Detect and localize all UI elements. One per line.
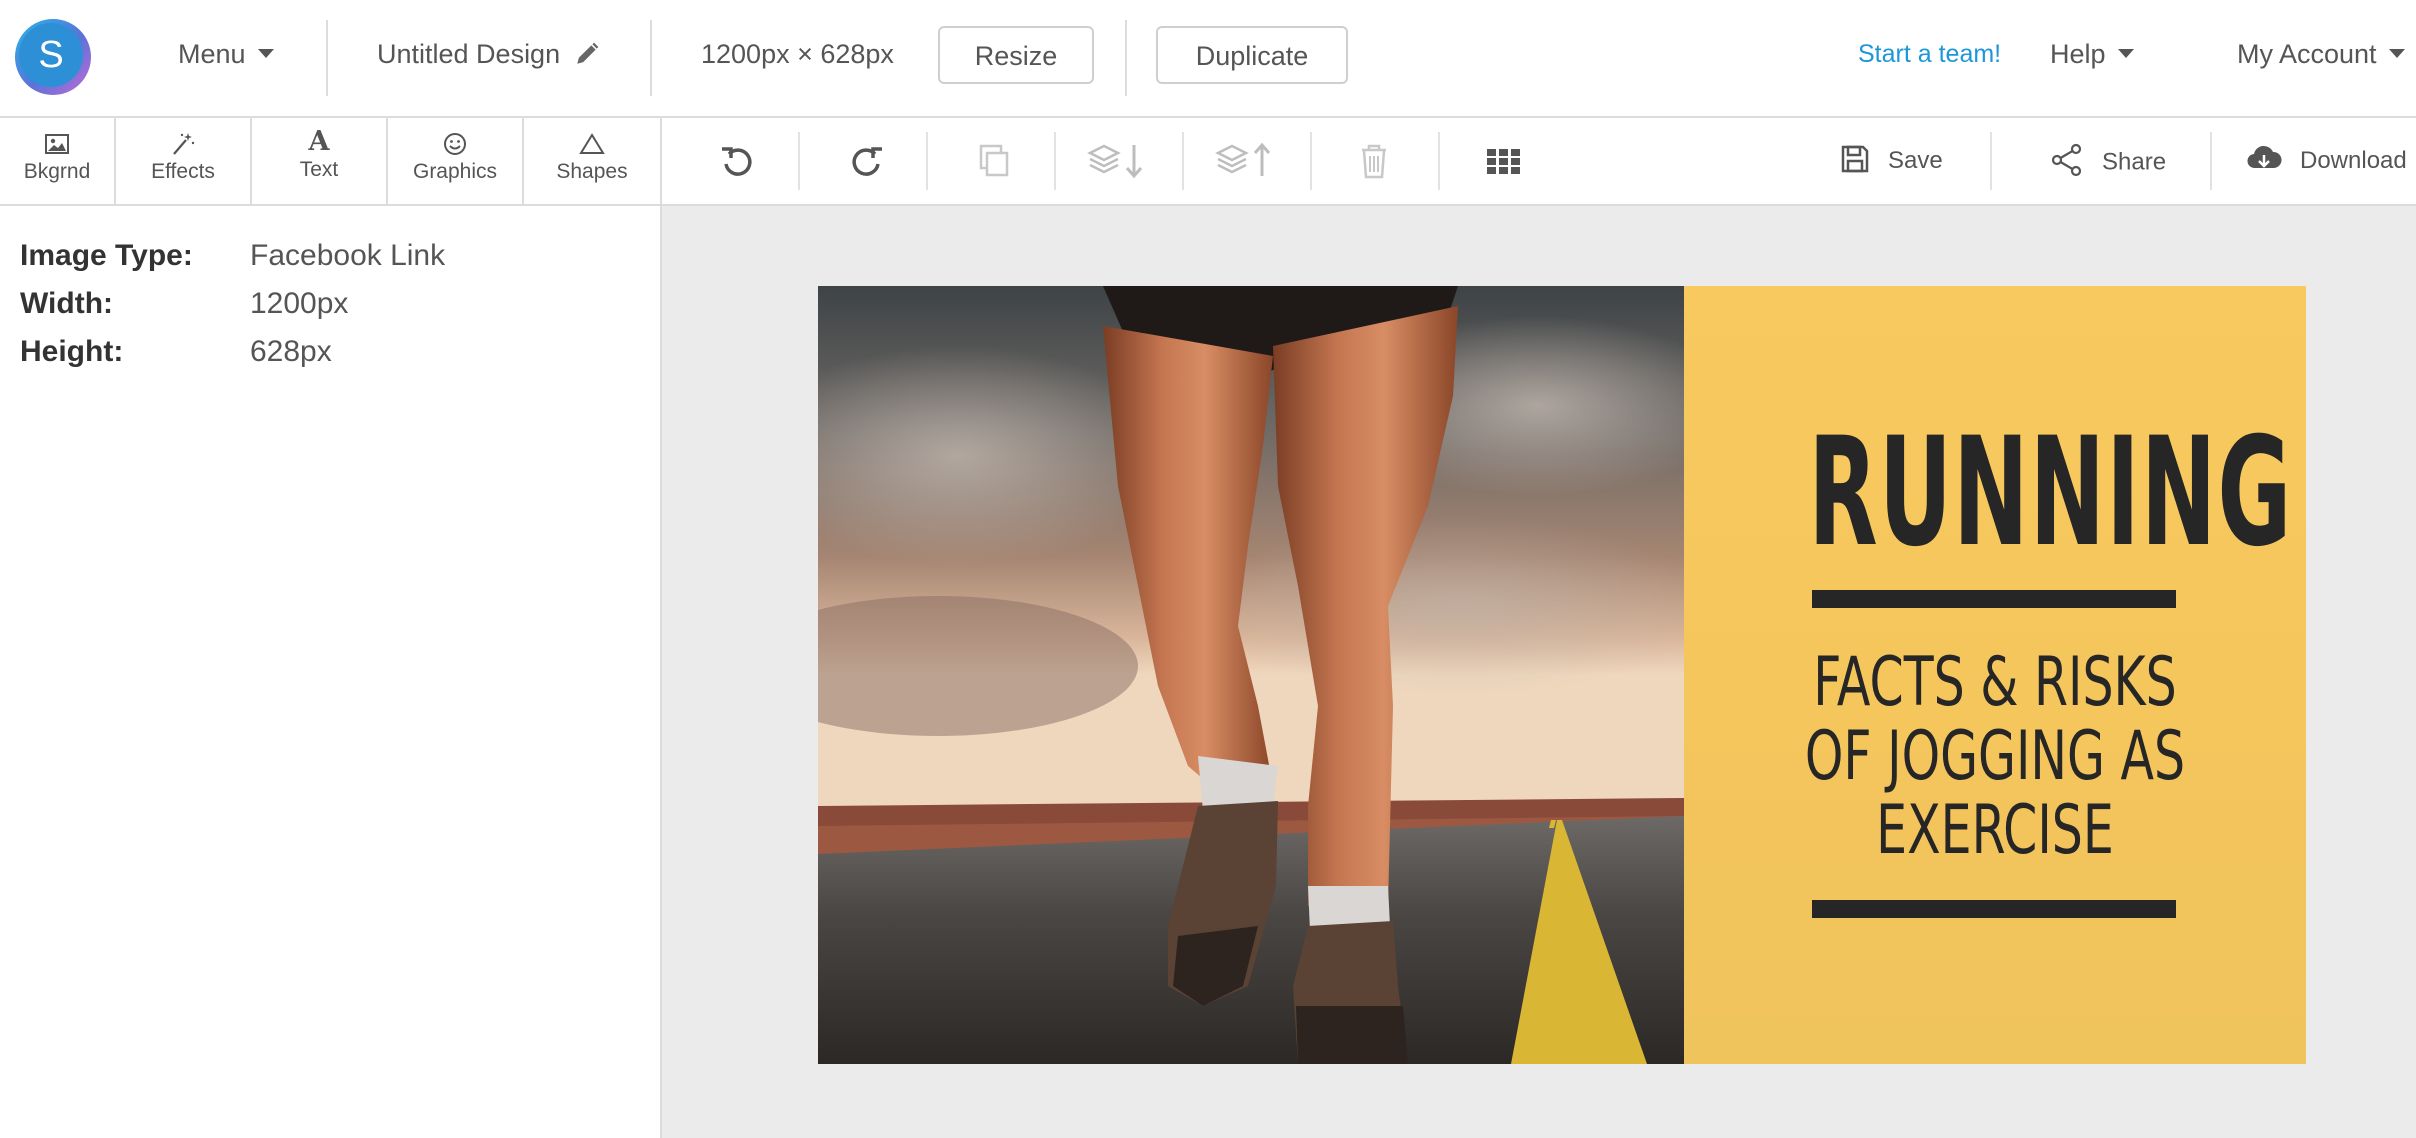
subhead-text[interactable]: FACTS & RISKS OF JOGGING AS EXERCISE bbox=[1771, 646, 2219, 868]
account-label: My Account bbox=[2237, 39, 2377, 69]
property-value: 628px bbox=[250, 335, 332, 368]
subhead-line: FACTS & RISKS bbox=[1813, 643, 2177, 722]
share-icon bbox=[2051, 143, 2082, 177]
share-button[interactable]: Share bbox=[2050, 143, 2167, 180]
property-row: Height: 628px bbox=[20, 334, 332, 370]
help-dropdown[interactable]: Help bbox=[2050, 34, 2134, 74]
resize-button[interactable]: Resize bbox=[938, 26, 1094, 84]
tab-shapes[interactable]: Shapes bbox=[524, 118, 662, 204]
divider bbox=[2210, 132, 2212, 190]
floppy-disk-icon bbox=[1841, 145, 1869, 172]
divider bbox=[1438, 132, 1440, 190]
divider bbox=[650, 20, 652, 96]
divider bbox=[798, 132, 800, 190]
menu-label: Menu bbox=[178, 39, 246, 69]
text-panel: RUNNING FACTS & RISKS OF JOGGING AS EXER… bbox=[1684, 286, 2306, 1064]
download-label: Download bbox=[2300, 147, 2407, 174]
design-canvas-area: RUNNING FACTS & RISKS OF JOGGING AS EXER… bbox=[662, 206, 2416, 1138]
editor-toolbar: Save Share Download bbox=[662, 118, 2416, 206]
text-icon: A bbox=[308, 126, 330, 157]
properties-panel: Image Type: Facebook Link Width: 1200px He… bbox=[0, 206, 662, 1138]
design-artboard[interactable]: RUNNING FACTS & RISKS OF JOGGING AS EXER… bbox=[818, 286, 2306, 1064]
top-bar: S Menu Untitled Design 1200px × 628px Re… bbox=[0, 0, 2416, 118]
divider bbox=[1310, 132, 1312, 190]
tab-label: Graphics bbox=[412, 160, 498, 183]
bring-forward-icon[interactable] bbox=[1214, 139, 1278, 183]
download-button[interactable]: Download bbox=[2246, 145, 2407, 177]
copy-icon[interactable] bbox=[972, 139, 1016, 183]
triangle-icon bbox=[579, 133, 605, 154]
property-key: Height: bbox=[20, 335, 124, 368]
save-label: Save bbox=[1888, 147, 1943, 174]
divider bbox=[1054, 132, 1056, 190]
property-key: Image Type: bbox=[20, 239, 193, 272]
tab-effects[interactable]: Effects bbox=[116, 118, 252, 204]
property-row: Width: 1200px bbox=[20, 286, 348, 322]
divider bbox=[1990, 132, 1992, 190]
headline-text[interactable]: RUNNING bbox=[1808, 418, 2291, 568]
divider bbox=[1182, 132, 1184, 190]
duplicate-button[interactable]: Duplicate bbox=[1156, 26, 1348, 84]
tab-text[interactable]: A Text bbox=[252, 118, 388, 204]
tab-graphics[interactable]: Graphics bbox=[388, 118, 524, 204]
design-dimensions: 1200px × 628px bbox=[701, 39, 894, 69]
divider-bar-top[interactable] bbox=[1812, 590, 2176, 608]
menu-dropdown[interactable]: Menu bbox=[178, 34, 274, 74]
caret-down-icon bbox=[2388, 49, 2405, 59]
grid-icon[interactable] bbox=[1482, 139, 1526, 183]
logo-letter: S bbox=[19, 23, 83, 87]
caret-down-icon bbox=[257, 49, 274, 59]
account-dropdown[interactable]: My Account bbox=[2237, 34, 2405, 74]
tool-tabs: Bkgrnd Effects A Text Graphics Shapes bbox=[0, 118, 662, 206]
property-value: 1200px bbox=[250, 287, 349, 320]
image-icon bbox=[45, 134, 69, 154]
undo-icon[interactable] bbox=[716, 139, 760, 183]
caret-down-icon bbox=[2117, 49, 2134, 59]
redo-icon[interactable] bbox=[844, 139, 888, 183]
share-label: Share bbox=[2102, 148, 2167, 176]
tab-label: Text bbox=[299, 158, 339, 181]
design-title-label: Untitled Design bbox=[377, 39, 561, 69]
help-label: Help bbox=[2050, 39, 2106, 69]
tab-label: Effects bbox=[151, 160, 215, 183]
start-team-link[interactable]: Start a team! bbox=[1858, 34, 2001, 74]
subhead-line: EXERCISE bbox=[1876, 791, 2114, 870]
subhead-line: OF JOGGING AS bbox=[1804, 717, 2186, 796]
divider bbox=[326, 20, 328, 96]
pencil-icon bbox=[576, 42, 598, 64]
property-value: Facebook Link bbox=[250, 239, 446, 272]
app-logo[interactable]: S bbox=[15, 19, 91, 95]
trash-icon[interactable] bbox=[1352, 139, 1396, 183]
property-key: Width: bbox=[20, 287, 114, 320]
save-button[interactable]: Save bbox=[1840, 145, 1943, 177]
property-row: Image Type: Facebook Link bbox=[20, 238, 445, 274]
tab-label: Bkgrnd bbox=[23, 160, 91, 183]
divider bbox=[1125, 20, 1127, 96]
cloud-download-icon bbox=[2247, 145, 2282, 168]
send-backward-icon[interactable] bbox=[1086, 139, 1150, 183]
smiley-icon bbox=[444, 133, 466, 155]
runner-photo[interactable] bbox=[818, 286, 1684, 1064]
divider-bar-bottom[interactable] bbox=[1812, 900, 2176, 918]
tab-background[interactable]: Bkgrnd bbox=[0, 118, 116, 204]
divider bbox=[926, 132, 928, 190]
tab-label: Shapes bbox=[556, 160, 628, 183]
design-title[interactable]: Untitled Design bbox=[377, 34, 600, 74]
magic-wand-icon bbox=[173, 133, 195, 155]
